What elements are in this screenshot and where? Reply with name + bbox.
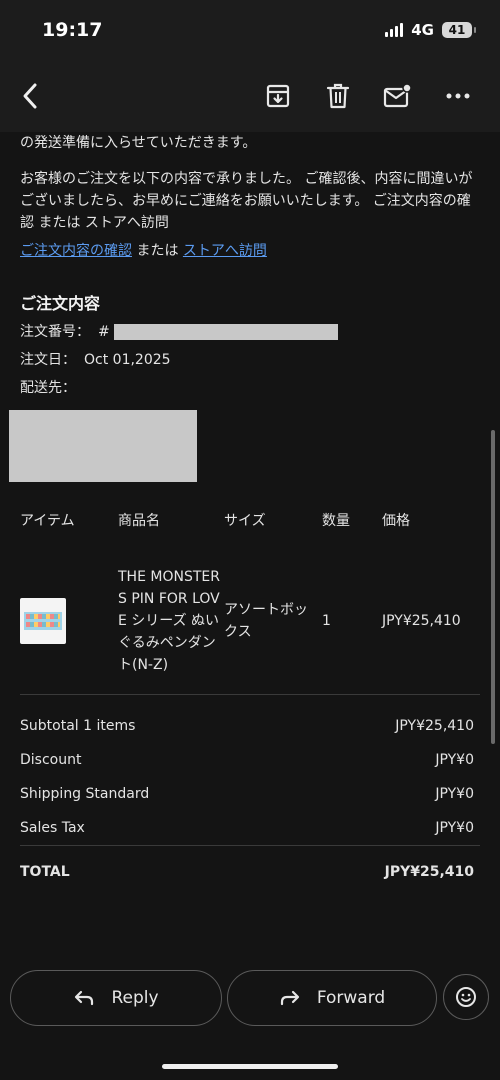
total-amount: JPY¥25,410 [384,863,474,880]
links-line: ご注文内容の確認 または ストアへ訪問 [20,240,480,262]
subtotal-label: Subtotal 1 items [20,718,136,734]
archive-icon [266,84,290,108]
order-date-label: 注文日： [20,352,76,368]
network-type: 4G [411,21,434,39]
discount-label: Discount [20,752,82,768]
more-options-button[interactable] [428,76,488,116]
ship-to-label: 配送先： [20,380,76,396]
product-thumbnail[interactable] [20,598,66,644]
shipping-label: Shipping Standard [20,786,150,802]
email-toolbar [0,60,500,132]
order-date-row: 注文日： Oct 01,2025 [20,350,480,370]
home-indicator[interactable] [162,1064,338,1069]
sales-tax-label: Sales Tax [20,820,85,836]
order-details-title: ご注文内容 [20,294,101,313]
scrollbar[interactable] [491,430,495,744]
shipping-row: Shipping Standard JPY¥0 [20,777,480,811]
mail-unread-icon [383,83,412,108]
more-horizontal-icon [446,93,470,99]
order-confirm-link[interactable]: ご注文内容の確認 [20,243,132,259]
emoji-reaction-button[interactable] [443,974,489,1020]
header-quantity: 数量 [322,513,350,529]
archive-button[interactable] [248,76,308,116]
order-items-table: アイテム 商品名 サイズ 数量 価格 THE MONSTERS PIN FOR … [20,510,480,695]
header-price: 価格 [382,513,410,529]
email-body: の発送準備に入らせていただきます。 お客様のご注文を以下の内容で承りました。 ご… [0,132,500,964]
action-bar: Reply Forward [0,964,500,1080]
sales-tax-row: Sales Tax JPY¥0 [20,811,480,845]
battery-icon: 41 [442,22,476,38]
header-item: アイテム [20,513,75,529]
product-price: JPY¥25,410 [382,552,480,695]
mark-unread-button[interactable] [368,76,428,116]
header-size: サイズ [224,513,266,529]
product-size: アソートボックス [224,552,322,695]
email-screen: 19:17 4G 41 の発送準備に入らせていただきます。 お客様のご注文を以下… [0,0,500,1080]
ship-to-row: 配送先： [20,378,480,398]
signal-icon [385,23,404,37]
delete-button[interactable] [308,76,368,116]
trash-icon [326,83,350,109]
back-button[interactable] [12,76,48,116]
order-number-row: 注文番号： # [20,322,480,342]
table-header-row: アイテム 商品名 サイズ 数量 価格 [20,510,480,552]
body-paragraph: お客様のご注文を以下の内容で承りました。 ご確認後、内容に間違いがございましたら… [20,171,473,231]
total-label: TOTAL [20,863,70,880]
order-date-value: Oct 01,2025 [84,352,171,368]
visit-store-link[interactable]: ストアへ訪問 [183,243,267,259]
total-row: TOTAL JPY¥25,410 [20,845,480,897]
subtotal-amount: JPY¥25,410 [395,718,474,734]
subtotal-row: Subtotal 1 items JPY¥25,410 [20,709,480,743]
product-name: THE MONSTERS PIN FOR LOVE シリーズ ぬいぐるみペンダン… [118,552,224,695]
status-indicators: 4G 41 [385,21,476,39]
item-thumbnail-cell [20,552,118,695]
order-summary: Subtotal 1 items JPY¥25,410 Discount JPY… [20,709,480,897]
status-time: 19:17 [42,19,103,41]
reply-label: Reply [111,988,159,1008]
redacted-order-number [113,324,338,340]
product-quantity: 1 [322,552,382,695]
forward-label: Forward [316,988,386,1008]
emoji-icon [456,987,476,1007]
discount-row: Discount JPY¥0 [20,743,480,777]
order-number-prefix: # [98,324,110,340]
forward-button[interactable]: Forward [227,970,437,1026]
chevron-left-icon [23,83,37,109]
discount-amount: JPY¥0 [435,752,474,768]
sales-tax-amount: JPY¥0 [435,820,474,836]
links-separator: または [132,243,183,259]
forward-icon [280,990,299,1006]
redacted-address [9,410,197,482]
body-text-partial: の発送準備に入らせていただきます。 [20,135,257,151]
reply-button[interactable]: Reply [10,970,222,1026]
order-number-label: 注文番号： [20,324,90,340]
battery-level: 41 [448,23,466,37]
reply-icon [75,990,94,1006]
status-bar: 19:17 4G 41 [0,0,500,60]
table-row: THE MONSTERS PIN FOR LOVE シリーズ ぬいぐるみペンダン… [20,552,480,695]
header-product-name: 商品名 [118,513,160,529]
shipping-amount: JPY¥0 [435,786,474,802]
